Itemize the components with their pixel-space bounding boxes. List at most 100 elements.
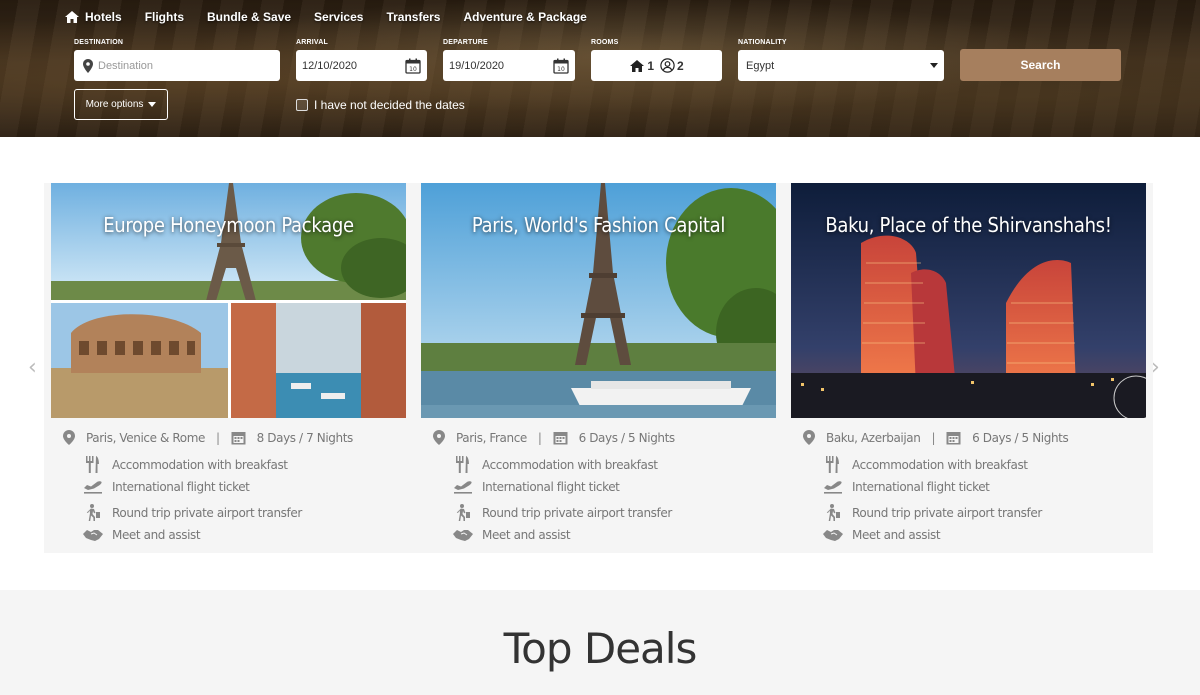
more-options-button[interactable]: More options [74,89,168,120]
feature-label: International flight ticket [482,480,620,494]
meta-separator: | [537,430,542,445]
home-icon [65,11,79,23]
arrival-value: 12/10/2020 [302,59,358,72]
home-icon [630,59,645,72]
carousel-next-icon[interactable]: › [1151,355,1160,380]
plane-icon [84,481,102,494]
section-title: Top Deals [503,624,698,673]
package-image[interactable]: Europe Honeymoon Package [51,183,406,418]
undecided-dates-label: I have not decided the dates [314,98,465,112]
package-title: Baku, Place of the Shirvanshahs! [825,213,1112,237]
location-pin-icon [433,430,445,445]
calendar-icon: 10 [405,58,421,74]
package-location: Paris, France [456,430,527,445]
package-feature: International flight ticket [823,480,990,494]
rooms-guests-selector[interactable]: 1 2 [591,50,722,81]
feature-label: Meet and assist [852,528,941,542]
package-feature: Round trip private airport transfer [453,504,672,521]
search-button[interactable]: Search [960,49,1121,81]
chevron-down-icon [930,63,938,68]
rooms-count: 1 [647,58,654,73]
person-walking-icon [86,504,100,521]
package-image[interactable]: Paris, World's Fashion Capital [421,183,776,418]
plane-icon [454,481,472,494]
nationality-label: NATIONALITY [738,39,787,46]
feature-label: Meet and assist [482,528,571,542]
nav-label: Transfers [386,10,441,24]
location-pin-icon [63,430,75,445]
svg-text:10: 10 [557,66,565,73]
feature-label: Meet and assist [112,528,201,542]
handshake-icon [823,530,843,541]
nav-hotels[interactable]: Hotels [64,10,122,24]
departure-label: DEPARTURE [443,39,488,46]
nav-transfers[interactable]: Transfers [386,10,440,24]
nav-label: Services [314,10,364,24]
undecided-dates-checkbox[interactable] [296,99,308,111]
feature-label: International flight ticket [112,480,250,494]
feature-label: Accommodation with breakfast [482,457,658,472]
package-feature: International flight ticket [453,480,620,494]
destination-label: DESTINATION [74,39,124,46]
main-nav: Hotels Flights Bundle & Save Services Tr… [64,8,610,26]
fork-knife-icon [456,456,469,473]
guests-count: 2 [677,58,684,73]
package-feature: Round trip private airport transfer [823,504,1042,521]
package-feature: Accommodation with breakfast [83,456,288,473]
package-location: Baku, Azerbaijan [826,430,921,445]
handshake-icon [83,530,103,541]
rooms-group: 1 [629,59,654,73]
package-location: Paris, Venice & Rome [86,430,205,445]
person-walking-icon [826,504,840,521]
destination-placeholder: Destination [98,59,154,72]
feature-label: Round trip private airport transfer [112,505,302,520]
departure-date-input[interactable]: 19/10/2020 10 [443,50,575,81]
arrival-label: ARRIVAL [296,39,328,46]
handshake-icon [453,530,473,541]
arrival-date-input[interactable]: 12/10/2020 10 [296,50,427,81]
nav-bundle-save[interactable]: Bundle & Save [207,10,291,24]
nationality-select[interactable]: Egypt [738,50,944,81]
nav-adventure-package[interactable]: Adventure & Package [463,10,586,24]
package-feature: Meet and assist [823,528,941,542]
location-pin-icon [803,430,815,445]
user-icon [660,58,675,73]
carousel-prev-icon[interactable]: ‹ [28,355,37,380]
feature-label: International flight ticket [852,480,990,494]
plane-icon [824,481,842,494]
nav-label: Hotels [85,10,122,24]
person-walking-icon [456,504,470,521]
nav-label: Flights [144,10,185,24]
package-duration: 6 Days / 5 Nights [972,430,1069,445]
meta-separator: | [215,430,220,445]
package-title: Europe Honeymoon Package [103,213,354,237]
feature-label: Accommodation with breakfast [112,457,288,472]
package-feature: Accommodation with breakfast [823,456,1028,473]
svg-text:10: 10 [409,66,417,73]
package-card[interactable]: Paris, World's Fashion Capital Paris, Fr… [421,183,776,553]
fork-knife-icon [86,456,99,473]
package-card[interactable]: Baku, Place of the Shirvanshahs! Baku, A… [791,183,1146,553]
package-card[interactable]: Europe Honeymoon Package Paris, Venice &… [51,183,406,553]
feature-label: Round trip private airport transfer [852,505,1042,520]
destination-input[interactable]: Destination [74,50,280,81]
package-meta: Paris, France | 6 Days / 5 Nights [433,430,675,445]
calendar-icon [231,432,246,445]
package-image[interactable]: Baku, Place of the Shirvanshahs! [791,183,1146,418]
rooms-label: ROOMS [591,39,619,46]
chevron-down-icon [148,102,157,107]
nav-flights[interactable]: Flights [145,10,184,24]
undecided-dates: I have not decided the dates [296,98,465,112]
package-title: Paris, World's Fashion Capital [471,213,726,237]
package-duration: 6 Days / 5 Nights [578,430,676,445]
nav-label: Adventure & Package [463,10,587,24]
package-feature: Accommodation with breakfast [453,456,658,473]
more-options-label: More options [85,99,144,110]
calendar-icon [946,432,961,445]
top-deals-section: Top Deals [0,590,1200,695]
calendar-icon [553,432,568,445]
location-pin-icon [83,58,93,73]
fork-knife-icon [826,456,839,473]
package-feature: Round trip private airport transfer [83,504,302,521]
nav-services[interactable]: Services [314,10,363,24]
